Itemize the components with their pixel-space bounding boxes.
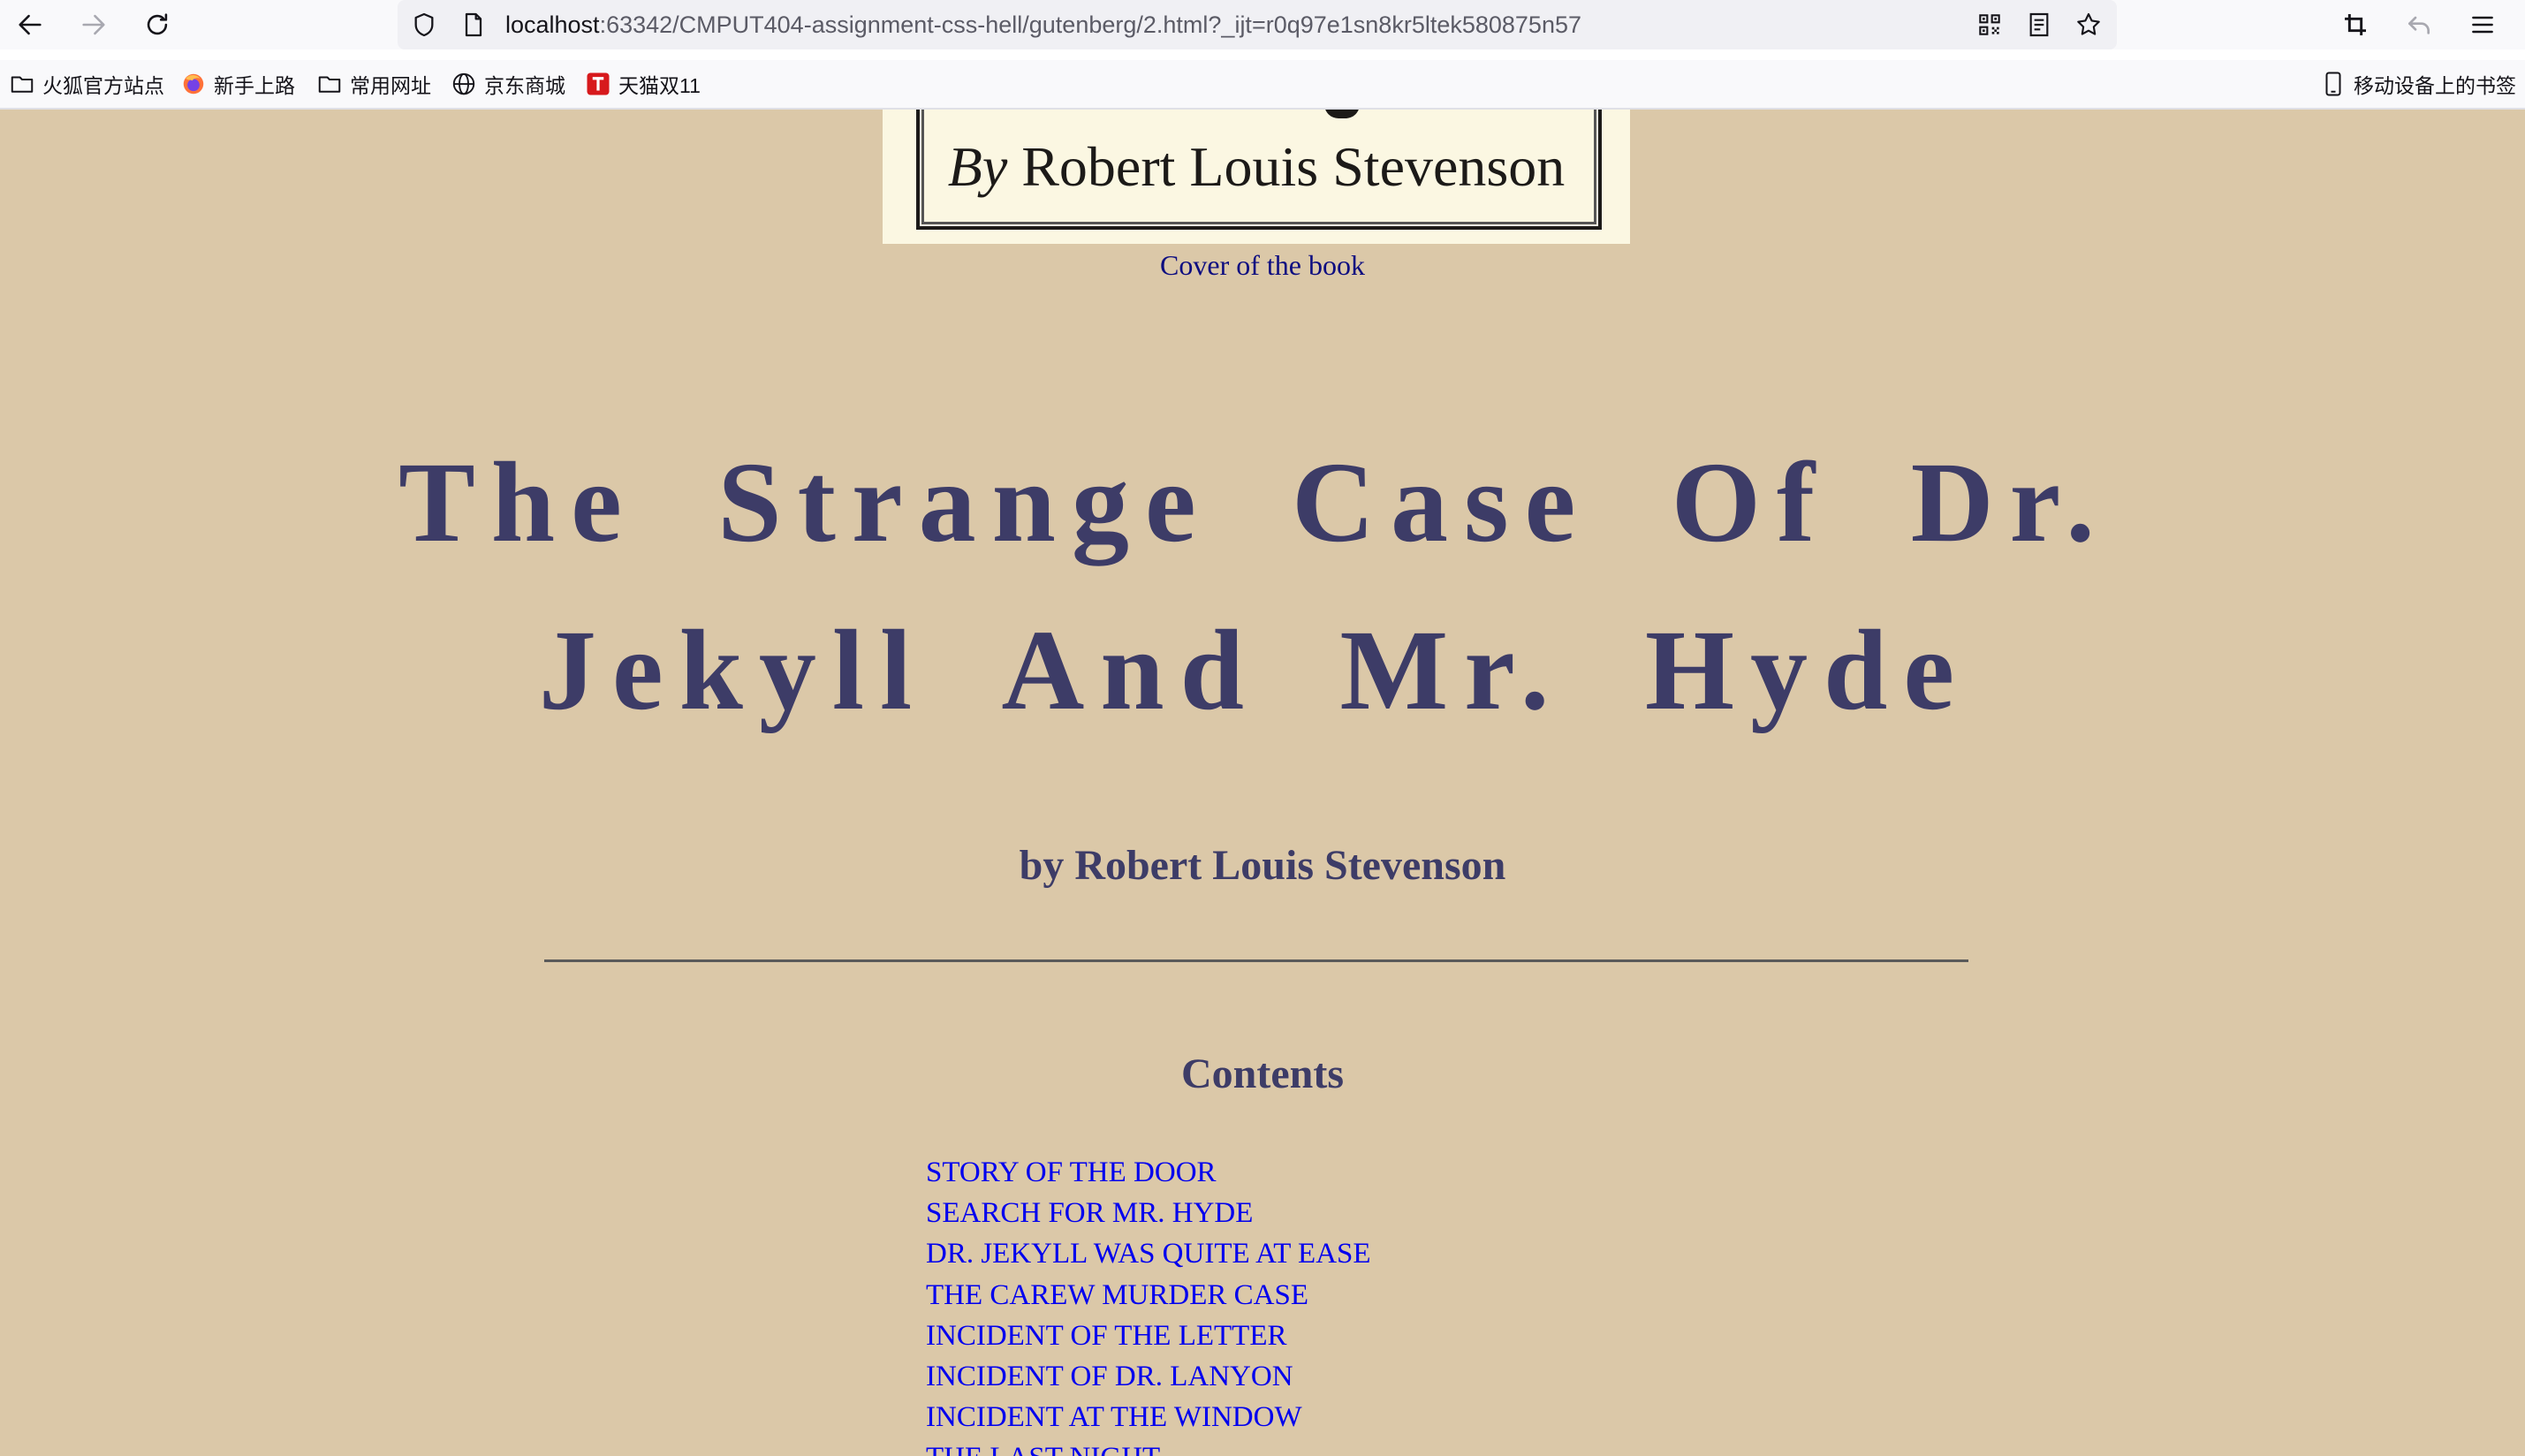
toc-link[interactable]: STORY OF THE DOOR [926, 1156, 1217, 1188]
bookmark-item[interactable]: 火狐官方站点 [9, 60, 164, 108]
cover-caption: Cover of the book [1160, 249, 1365, 281]
undo-icon[interactable] [2401, 7, 2437, 42]
toc-item: SEARCH FOR MR. HYDE [926, 1193, 1371, 1233]
bookmark-label: 京东商城 [484, 74, 565, 97]
toc-link[interactable]: DR. JEKYLL WAS QUITE AT EASE [926, 1238, 1371, 1270]
bookmark-item[interactable]: 天猫双11 [585, 60, 701, 108]
mobile-device-icon [2320, 71, 2347, 97]
bookmark-label: 天猫双11 [618, 74, 701, 97]
bookmarks-bar: 火狐官方站点 新手上路 常用网址 京东商城 天猫双11 移动设备上的书签 [0, 60, 2525, 110]
author-heading: by Robert Louis Stevenson [1019, 842, 1506, 889]
toc-link[interactable]: SEARCH FOR MR. HYDE [926, 1197, 1253, 1229]
toc-link[interactable]: THE CAREW MURDER CASE [926, 1279, 1308, 1311]
horizontal-rule [544, 959, 1968, 962]
contents-heading: Contents [1180, 1050, 1344, 1097]
url-path: :63342/CMPUT404-assignment-css-hell/gute… [599, 11, 1581, 38]
page-content: By Robert Louis Stevenson Cover of the b… [0, 110, 2525, 1456]
bookmark-label: 新手上路 [214, 74, 295, 97]
cover-by: By [947, 135, 1008, 198]
bookmark-label: 常用网址 [350, 74, 431, 97]
reload-icon [147, 13, 168, 35]
globe-icon [451, 71, 477, 97]
back-button[interactable] [5, 0, 55, 49]
toc-item: DR. JEKYLL WAS QUITE AT EASE [926, 1233, 1371, 1274]
mobile-bookmarks-item[interactable]: 移动设备上的书签 [2320, 60, 2516, 108]
title-line-1: The Strange Case Of Dr. [398, 439, 2111, 566]
toc-link[interactable]: INCIDENT OF DR. LANYON [926, 1361, 1293, 1392]
arrow-right-icon [82, 14, 105, 35]
reader-view-icon[interactable] [2021, 7, 2057, 42]
title-line-2: Jekyll And Mr. Hyde [538, 607, 1971, 734]
toc-item: INCIDENT OF THE LETTER [926, 1316, 1371, 1356]
toc-item: THE LAST NIGHT [926, 1437, 1371, 1456]
cover-author-text: By Robert Louis Stevenson [883, 134, 1630, 200]
bookmark-star-icon[interactable] [2071, 7, 2106, 42]
url-host: localhost [505, 11, 600, 38]
bookmark-item[interactable]: 常用网址 [316, 60, 431, 108]
address-bar[interactable]: localhost:63342/CMPUT404-assignment-css-… [398, 0, 2117, 49]
toc-item: STORY OF THE DOOR [926, 1152, 1371, 1193]
qr-code-icon[interactable] [1972, 7, 2007, 42]
screenshot-crop-icon[interactable] [2338, 7, 2373, 42]
shield-icon[interactable] [406, 7, 442, 42]
firefox-icon [180, 71, 207, 97]
reload-button[interactable] [133, 0, 182, 49]
bookmark-label: 火狐官方站点 [42, 74, 164, 97]
url-text[interactable]: localhost:63342/CMPUT404-assignment-css-… [505, 0, 1581, 49]
toc-item: THE CAREW MURDER CASE [926, 1275, 1371, 1316]
forward-button[interactable] [69, 0, 118, 49]
toc-link[interactable]: THE LAST NIGHT [926, 1442, 1160, 1456]
toc-item: INCIDENT AT THE WINDOW [926, 1397, 1371, 1437]
folder-icon [316, 71, 343, 97]
tmall-icon [585, 71, 611, 97]
toc-link[interactable]: INCIDENT AT THE WINDOW [926, 1401, 1302, 1433]
toc-link[interactable]: INCIDENT OF THE LETTER [926, 1320, 1287, 1352]
bookmark-label: 移动设备上的书签 [2354, 74, 2516, 97]
arrow-left-icon [19, 14, 42, 35]
folder-icon [9, 71, 35, 97]
cover-author: Robert Louis Stevenson [1021, 135, 1566, 198]
book-cover-image: By Robert Louis Stevenson [883, 110, 1630, 244]
page-title: The Strange Case Of Dr. Jekyll And Mr. Hy… [371, 419, 2138, 755]
menu-icon[interactable] [2465, 7, 2500, 42]
toc-item: INCIDENT OF DR. LANYON [926, 1356, 1371, 1397]
table-of-contents: STORY OF THE DOOR SEARCH FOR MR. HYDE DR… [926, 1152, 1371, 1456]
browser-toolbar: localhost:63342/CMPUT404-assignment-css-… [0, 0, 2525, 49]
bookmark-item[interactable]: 新手上路 [180, 60, 295, 108]
page-icon[interactable] [456, 7, 491, 42]
bookmark-item[interactable]: 京东商城 [451, 60, 565, 108]
